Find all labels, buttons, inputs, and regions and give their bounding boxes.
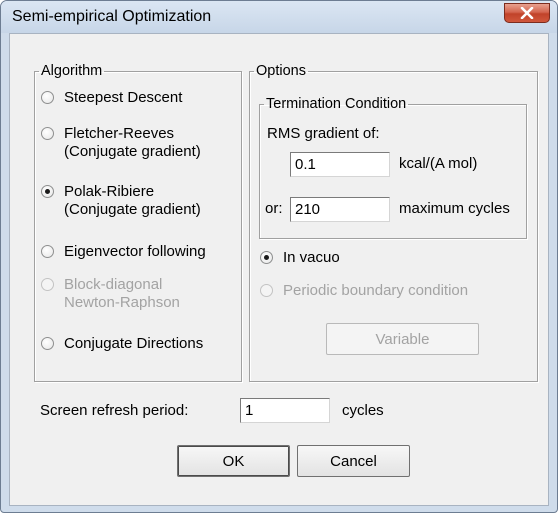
radio-button-disabled — [260, 284, 273, 297]
radio-button[interactable] — [41, 245, 54, 258]
radio-label-sub: Newton-Raphson — [64, 294, 180, 311]
radio-block-diagonal: Block-diagonal Newton-Raphson — [41, 276, 180, 312]
variable-button: Variable — [326, 323, 479, 355]
radio-in-vacuo[interactable]: In vacuo — [260, 249, 340, 267]
refresh-period-input[interactable]: 1 — [240, 398, 330, 423]
max-cycles-input[interactable]: 210 — [290, 197, 390, 222]
refresh-period-unit: cycles — [342, 402, 384, 419]
radio-label: Periodic boundary condition — [283, 282, 469, 299]
radio-steepest-descent[interactable]: Steepest Descent — [41, 89, 182, 107]
radio-periodic-boundary: Periodic boundary condition — [260, 282, 468, 300]
algorithm-legend: Algorithm — [41, 63, 103, 79]
radio-label: In vacuo — [283, 249, 340, 266]
rms-gradient-unit: kcal/(A mol) — [399, 155, 478, 172]
title-bar[interactable]: Semi-empirical Optimization — [1, 1, 557, 33]
dialog-window: Semi-empirical Optimization Algorithm St… — [0, 0, 558, 513]
radio-eigenvector-following[interactable]: Eigenvector following — [41, 243, 206, 261]
max-cycles-unit: maximum cycles — [399, 200, 510, 217]
radio-button-selected[interactable] — [260, 251, 273, 264]
close-icon — [520, 7, 534, 19]
ok-button[interactable]: OK — [177, 445, 290, 477]
radio-label-sub: (Conjugate gradient) — [64, 143, 201, 160]
refresh-period-label: Screen refresh period: — [40, 402, 189, 419]
radio-label: Eigenvector following — [64, 243, 206, 260]
radio-button[interactable] — [41, 91, 54, 104]
rms-gradient-label: RMS gradient of: — [267, 125, 380, 142]
termination-legend: Termination Condition — [266, 96, 407, 112]
radio-fletcher-reeves[interactable]: Fletcher-Reeves (Conjugate gradient) — [41, 125, 201, 161]
dialog-body: Algorithm Steepest Descent Fletcher-Reev… — [9, 33, 549, 506]
close-button[interactable] — [504, 3, 550, 23]
radio-polak-ribiere[interactable]: Polak-Ribiere (Conjugate gradient) — [41, 183, 201, 219]
radio-label: Polak-Ribiere — [64, 183, 155, 200]
radio-button-selected[interactable] — [41, 185, 54, 198]
options-legend: Options — [256, 63, 306, 79]
or-label: or: — [265, 200, 283, 217]
radio-button-disabled — [41, 278, 54, 291]
radio-button[interactable] — [41, 337, 54, 350]
rms-gradient-input[interactable]: 0.1 — [290, 152, 390, 177]
cancel-button[interactable]: Cancel — [297, 445, 410, 477]
radio-button[interactable] — [41, 127, 54, 140]
radio-label: Fletcher-Reeves — [64, 125, 175, 142]
window-title: Semi-empirical Optimization — [12, 8, 212, 25]
radio-label-sub: (Conjugate gradient) — [64, 201, 201, 218]
radio-label: Steepest Descent — [64, 89, 183, 106]
radio-conjugate-directions[interactable]: Conjugate Directions — [41, 335, 203, 353]
radio-label: Conjugate Directions — [64, 335, 204, 352]
radio-label: Block-diagonal — [64, 276, 163, 293]
